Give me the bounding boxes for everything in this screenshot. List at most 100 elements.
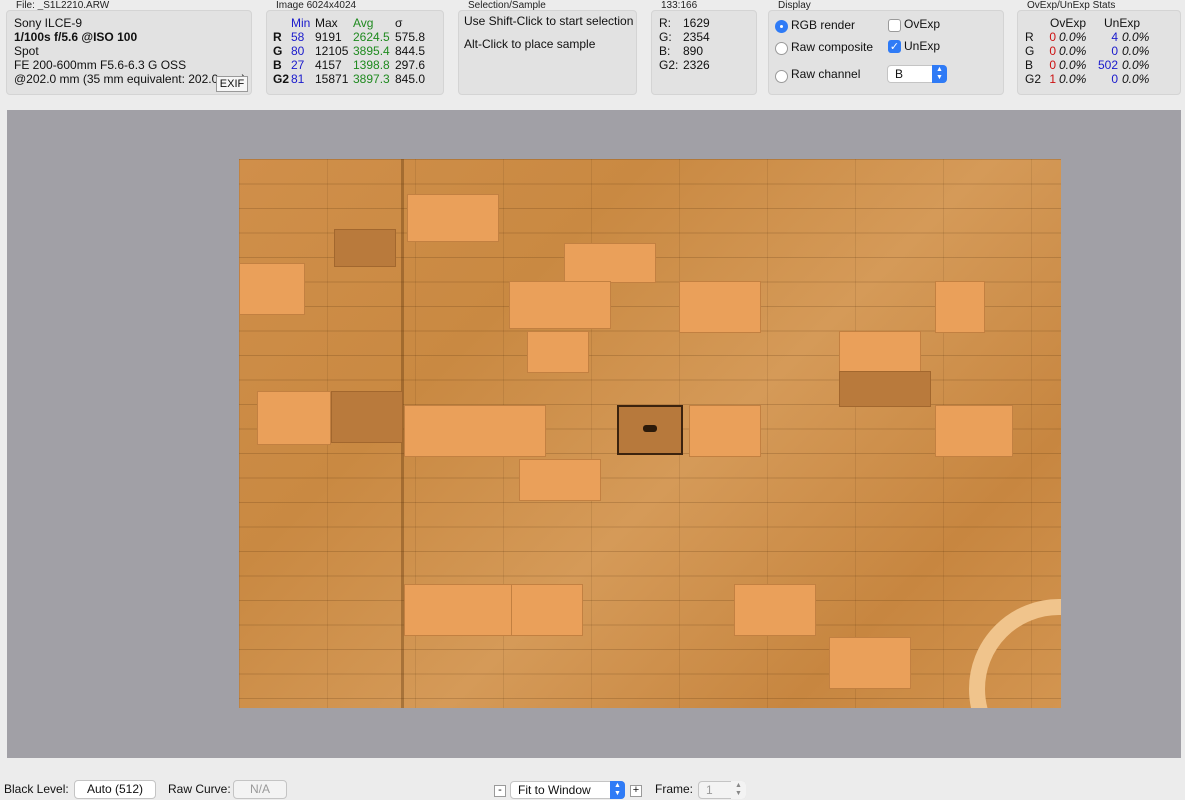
stat-min: 27 <box>291 58 305 72</box>
col-unexp: UnExp <box>1104 16 1141 30</box>
black-level-label: Black Level: <box>4 782 69 796</box>
raw-channel-select[interactable]: B ▲ ▼ <box>887 65 947 83</box>
un-percent: 0.0% <box>1122 44 1150 58</box>
stone-block <box>527 331 589 373</box>
raw-composite-label[interactable]: Raw composite <box>791 40 873 54</box>
ov-channel: G <box>1025 44 1035 58</box>
camera-model: Sony ILCE-9 <box>14 16 83 30</box>
lens-model: FE 200-600mm F5.6-6.3 G OSS <box>14 58 187 72</box>
stone-block-dark <box>331 391 403 443</box>
stat-max: 9191 <box>315 30 342 44</box>
raw-curve-button[interactable]: N/A <box>233 780 287 799</box>
sample-channel: G: <box>659 30 672 44</box>
ov-channel: B <box>1025 58 1034 72</box>
raw-channel-value: B <box>895 67 904 81</box>
stat-min: 58 <box>291 30 305 44</box>
raw-channel-label[interactable]: Raw channel <box>791 67 860 81</box>
stat-max: 15871 <box>315 72 349 86</box>
stone-block <box>734 584 816 636</box>
iron-hook <box>643 425 657 432</box>
raw-composite-radio[interactable] <box>775 42 788 55</box>
ov-count: 0 <box>1049 30 1056 44</box>
un-percent: 0.0% <box>1122 30 1150 44</box>
ov-count: 0 <box>1049 44 1056 58</box>
stat-channel: R <box>273 30 282 44</box>
stone-block-dark <box>839 371 931 407</box>
stone-block-dark <box>334 229 396 267</box>
stat-channel: G <box>273 44 283 58</box>
rgb-render-label[interactable]: RGB render <box>791 18 855 32</box>
stone-block <box>564 243 656 283</box>
stat-sigma: 844.5 <box>395 44 426 58</box>
black-level-button[interactable]: Auto (512) <box>74 780 156 799</box>
zoom-out-button[interactable]: - <box>494 785 506 797</box>
rgb-render-radio[interactable] <box>775 20 788 33</box>
col-ovexp: OvExp <box>1050 16 1087 30</box>
display-panel: RGB render Raw composite Raw channel OvE… <box>768 10 1004 95</box>
select-arrows-icon: ▲ ▼ <box>932 65 947 83</box>
stat-avg: 3897.3 <box>353 72 390 86</box>
col-max: Max <box>315 16 338 30</box>
stone-block <box>511 584 583 636</box>
ovexp-checkbox[interactable] <box>888 19 901 32</box>
frame-stepper[interactable]: 1 ▲ ▼ <box>698 781 746 799</box>
ov-count: 0 <box>1049 58 1056 72</box>
ov-count: 1 <box>1049 72 1056 86</box>
ov-percent: 0.0% <box>1059 58 1087 72</box>
stone-block <box>404 405 546 457</box>
un-count: 502 <box>1097 58 1118 72</box>
stat-avg: 1398.8 <box>353 58 390 72</box>
focal-length: @202.0 mm (35 mm equivalent: 202.0 mm) <box>14 72 246 86</box>
sample-channel: B: <box>659 44 671 58</box>
raw-photo-preview[interactable] <box>239 159 1061 708</box>
un-count: 0 <box>1111 72 1118 86</box>
stepper-arrows-icon: ▲ ▼ <box>731 781 746 799</box>
frame-label: Frame: <box>655 782 694 796</box>
stone-block <box>935 281 985 333</box>
sample-panel: R: 1629 G: 2354 B: 890 G2: 2326 <box>651 10 757 95</box>
unexp-checkbox[interactable]: ✓ <box>888 40 901 53</box>
raw-channel-radio[interactable] <box>775 70 788 83</box>
ovexp-stats-panel: OvExp UnExp R 0 0.0% 4 0.0% G 0 0.0% 0 0… <box>1017 10 1181 95</box>
exposure-info: 1/100s f/5.6 @ISO 100 <box>14 30 138 44</box>
stat-sigma: 297.6 <box>395 58 426 72</box>
col-sigma: σ <box>395 16 403 30</box>
stat-avg: 3895.4 <box>353 44 390 58</box>
wall-niche <box>617 405 683 455</box>
sample-channel: G2: <box>659 58 679 72</box>
ov-percent: 0.0% <box>1059 72 1087 86</box>
zoom-select[interactable]: Fit to Window ▲ ▼ <box>510 781 625 799</box>
image-stats-panel: Min Max Avg σ R 58 9191 2624.5 575.8 G 8… <box>266 10 444 95</box>
stone-block <box>829 637 911 689</box>
sample-value: 2326 <box>683 58 710 72</box>
sample-value: 1629 <box>683 16 710 30</box>
checkmark-icon: ✓ <box>889 41 900 53</box>
sample-value: 2354 <box>683 30 710 44</box>
stone-block <box>839 331 921 373</box>
stone-block <box>519 459 601 501</box>
ov-channel: R <box>1025 30 1034 44</box>
sample-hint: Alt-Click to place sample <box>464 37 596 51</box>
un-count: 4 <box>1111 30 1118 44</box>
stat-min: 81 <box>291 72 305 86</box>
stat-max: 4157 <box>315 58 342 72</box>
stone-block <box>689 405 761 457</box>
ovexp-label[interactable]: OvExp <box>904 17 940 31</box>
unexp-label[interactable]: UnExp <box>904 39 940 53</box>
stone-block <box>509 281 611 329</box>
raw-curve-label: Raw Curve: <box>168 782 231 796</box>
zoom-in-button[interactable]: + <box>630 785 642 797</box>
image-viewer[interactable] <box>7 110 1181 758</box>
frame-value: 1 <box>706 783 713 797</box>
stat-channel: B <box>273 58 282 72</box>
arch-edge <box>969 599 1061 708</box>
stat-avg: 2624.5 <box>353 30 390 44</box>
stat-sigma: 575.8 <box>395 30 426 44</box>
sample-value: 890 <box>683 44 704 58</box>
exif-button[interactable]: EXIF <box>216 76 248 92</box>
un-count: 0 <box>1111 44 1118 58</box>
stone-block <box>404 584 516 636</box>
ov-percent: 0.0% <box>1059 44 1087 58</box>
selection-panel: Use Shift-Click to start selection Alt-C… <box>458 10 637 95</box>
select-arrows-icon: ▲ ▼ <box>610 781 625 799</box>
